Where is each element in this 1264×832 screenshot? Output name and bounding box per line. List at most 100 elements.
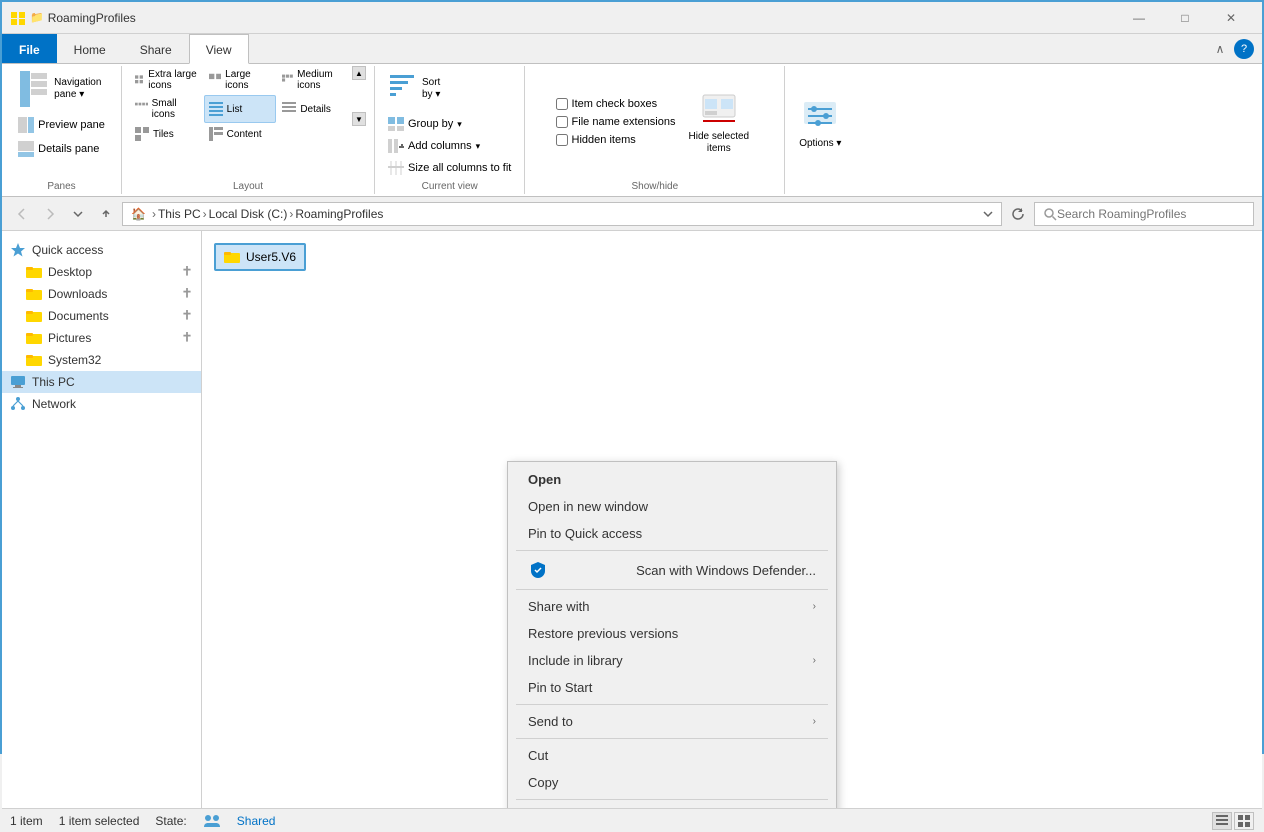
content-label: Content (227, 129, 262, 140)
ctx-sep-4 (516, 738, 828, 739)
sidebar-item-downloads[interactable]: Downloads (2, 283, 201, 305)
search-icon (1043, 207, 1057, 221)
preview-pane-label: Preview pane (38, 119, 105, 131)
search-input[interactable] (1057, 207, 1245, 221)
address-path[interactable]: 🏠 › This PC › Local Disk (C:) › RoamingP… (122, 202, 1002, 226)
ctx-cut[interactable]: Cut (508, 742, 836, 769)
desktop-folder-icon (26, 264, 42, 280)
ctx-share-with-arrow: › (813, 601, 816, 612)
layout-scroll-down[interactable]: ▼ (352, 112, 366, 126)
context-menu: Open Open in new window Pin to Quick acc… (507, 461, 837, 808)
sort-by-button[interactable]: Sortby ▾ (383, 66, 445, 112)
navigation-pane-button[interactable]: Navigationpane ▾ (13, 66, 106, 112)
ctx-restore-versions-label: Restore previous versions (528, 626, 678, 641)
options-button[interactable]: Options ▾ (794, 91, 846, 154)
recent-locations-button[interactable] (66, 202, 90, 226)
ctx-copy[interactable]: Copy (508, 769, 836, 796)
layout-scroll-up[interactable]: ▲ (352, 66, 366, 80)
layout-large[interactable]: Large icons (204, 66, 277, 94)
layout-details[interactable]: Details (277, 95, 350, 123)
view-toggle-buttons (1212, 812, 1254, 830)
ctx-send-to[interactable]: Send to › (508, 708, 836, 735)
documents-folder-icon (26, 308, 42, 324)
options-icon (800, 96, 840, 136)
layout-medium[interactable]: Medium icons (277, 66, 350, 94)
large-icons-icon (209, 73, 222, 87)
file-name-extensions-input[interactable] (556, 116, 568, 128)
sidebar-item-desktop[interactable]: Desktop (2, 261, 201, 283)
up-icon (99, 207, 113, 221)
details-pane-button[interactable]: Details pane (13, 138, 104, 160)
item-count: 1 item (10, 814, 43, 828)
forward-button[interactable] (38, 202, 62, 226)
details-view-icon (1216, 815, 1228, 827)
sidebar-item-this-pc[interactable]: This PC (2, 371, 201, 393)
group-by-button[interactable]: Group by ▾ (383, 114, 467, 134)
layout-small[interactable]: Small icons (130, 95, 203, 123)
small-icons-label: Small icons (152, 98, 198, 120)
ctx-open-label: Open (528, 472, 561, 487)
ctx-open[interactable]: Open (508, 466, 836, 493)
back-button[interactable] (10, 202, 34, 226)
hide-selected-items-label: Hide selecteditems (689, 131, 750, 155)
up-button[interactable] (94, 202, 118, 226)
large-view-icon (1238, 815, 1250, 827)
ctx-share-with[interactable]: Share with › (508, 593, 836, 620)
item-check-boxes-checkbox[interactable]: Item check boxes (556, 97, 676, 111)
ctx-copy-label: Copy (528, 775, 558, 790)
window-icon (10, 10, 26, 26)
hidden-items-checkbox[interactable]: Hidden items (556, 133, 676, 147)
ctx-open-new-window[interactable]: Open in new window (508, 493, 836, 520)
layout-extra-large[interactable]: Extra large icons (130, 66, 203, 94)
help-button[interactable]: ? (1234, 39, 1254, 59)
minimize-button[interactable]: — (1116, 2, 1162, 34)
search-box[interactable] (1034, 202, 1254, 226)
layout-tiles[interactable]: Tiles (130, 124, 203, 144)
layout-scroll: ▲ ▼ (350, 66, 366, 126)
ribbon-group-layout: Extra large icons Large icons Medium ico… (122, 66, 375, 194)
sidebar-item-pictures[interactable]: Pictures (2, 327, 201, 349)
tab-share[interactable]: Share (123, 34, 189, 63)
item-check-boxes-input[interactable] (556, 98, 568, 110)
ctx-restore-versions[interactable]: Restore previous versions (508, 620, 836, 647)
documents-label: Documents (48, 309, 109, 323)
size-all-columns-button[interactable]: Size all columns to fit (383, 158, 516, 178)
large-icons-label: Large icons (225, 69, 271, 91)
ctx-scan-defender[interactable]: Scan with Windows Defender... (508, 554, 836, 586)
file-name-extensions-checkbox[interactable]: File name extensions (556, 115, 676, 129)
tab-file[interactable]: File (2, 34, 57, 63)
details-view-toggle[interactable] (1212, 812, 1232, 830)
system32-folder-icon (26, 352, 42, 368)
ribbon-collapse-btn[interactable]: ∧ (1210, 39, 1230, 59)
folder-user5v6[interactable]: User5.V6 (214, 243, 306, 271)
tab-view[interactable]: View (189, 34, 249, 64)
sidebar-item-system32[interactable]: System32 (2, 349, 201, 371)
titlebar: 📁 RoamingProfiles — □ ✕ (2, 2, 1262, 34)
hide-selected-items-button[interactable]: Hide selecteditems (684, 86, 755, 158)
ctx-create-shortcut[interactable]: Create shortcut (508, 803, 836, 808)
list-label: List (227, 104, 243, 115)
close-button[interactable]: ✕ (1208, 2, 1254, 34)
sidebar-quick-access[interactable]: Quick access (2, 239, 201, 261)
medium-icons-label: Medium icons (297, 69, 345, 91)
file-name-extensions-label: File name extensions (572, 116, 676, 128)
tab-home[interactable]: Home (57, 34, 123, 63)
show-hide-group-label: Show/hide (525, 181, 784, 192)
hidden-items-input[interactable] (556, 134, 568, 146)
size-columns-icon (388, 161, 404, 175)
forward-icon (43, 207, 57, 221)
ctx-pin-quick-access[interactable]: Pin to Quick access (508, 520, 836, 547)
large-view-toggle[interactable] (1234, 812, 1254, 830)
sidebar-item-network[interactable]: Network (2, 393, 201, 415)
ctx-include-library[interactable]: Include in library › (508, 647, 836, 674)
layout-list[interactable]: List (204, 95, 277, 123)
layout-content[interactable]: Content (204, 124, 277, 144)
add-columns-button[interactable]: Add columns ▾ (383, 136, 485, 156)
maximize-button[interactable]: □ (1162, 2, 1208, 34)
sidebar-item-documents[interactable]: Documents (2, 305, 201, 327)
refresh-button[interactable] (1006, 202, 1030, 226)
path-this-pc: This PC (158, 207, 201, 221)
preview-pane-button[interactable]: Preview pane (13, 114, 110, 136)
ctx-pin-start[interactable]: Pin to Start (508, 674, 836, 701)
tiles-label: Tiles (153, 129, 174, 140)
